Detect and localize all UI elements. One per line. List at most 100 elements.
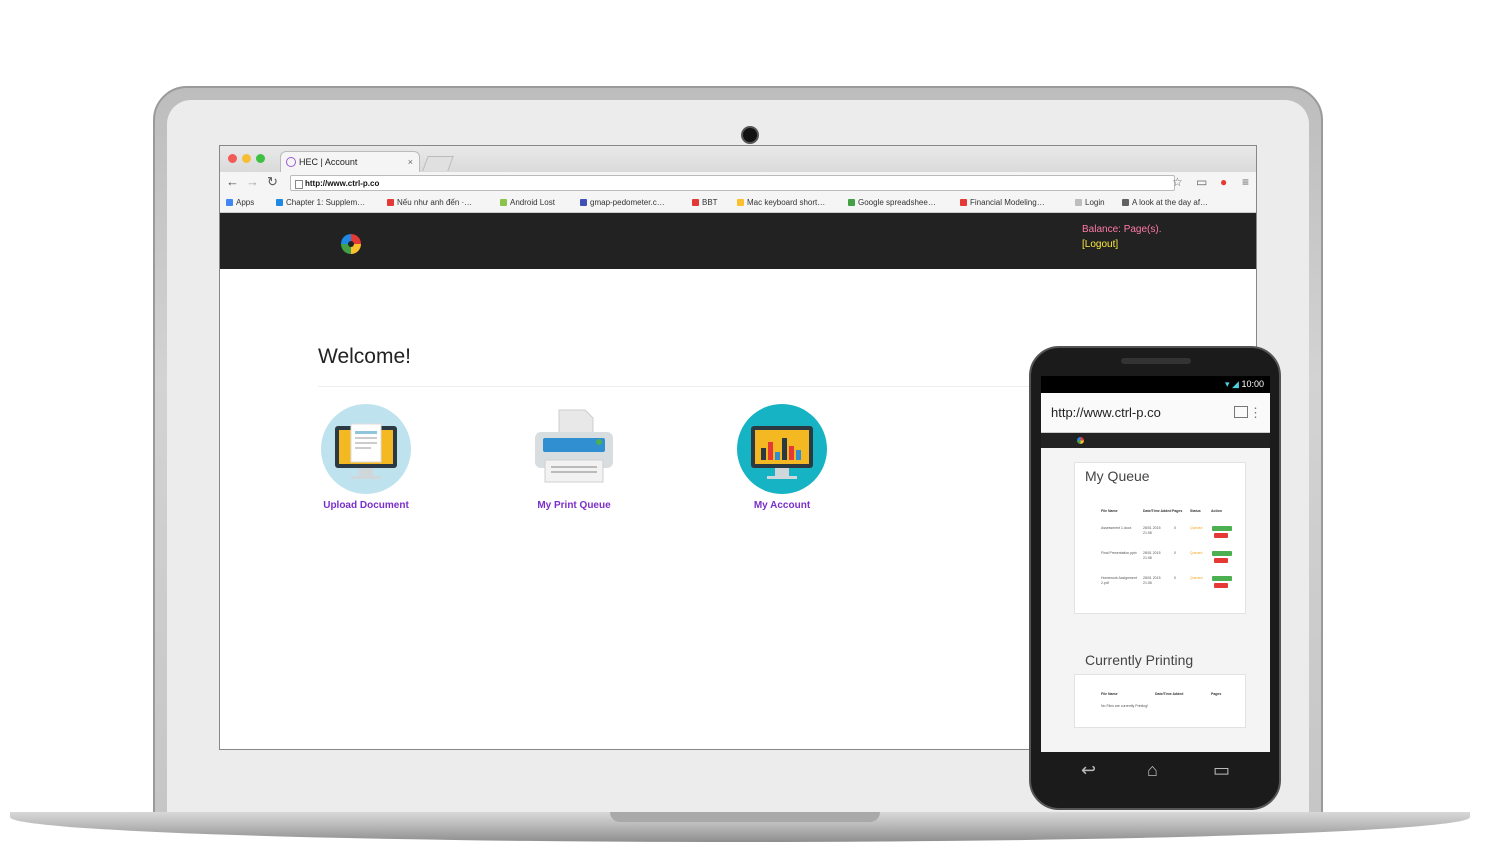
my-print-queue-link[interactable]: My Print Queue <box>504 500 644 511</box>
upload-document-link[interactable]: Upload Document <box>296 500 436 511</box>
bookmark-item[interactable]: A look at the day af… <box>1122 198 1208 207</box>
print-button[interactable] <box>1212 551 1232 556</box>
printing-title: Currently Printing <box>1085 652 1194 668</box>
delete-button[interactable] <box>1214 583 1228 588</box>
camera-icon <box>743 128 757 142</box>
youtube-icon <box>960 199 967 206</box>
phone-speaker <box>1121 358 1191 364</box>
queue-header: File Name <box>1101 509 1118 513</box>
browser-toolbar: ← → ↻ http://www.ctrl-p.co ☆ ▭ ● ≡ <box>220 172 1256 195</box>
page-icon <box>295 180 303 189</box>
my-account-tile[interactable]: My Account <box>712 404 852 511</box>
phone-nav-bar: ↩ ⌂ ▭ <box>1041 752 1270 792</box>
address-bar-url: http://www.ctrl-p.co <box>305 179 380 188</box>
queue-date: 28/01 2015 21:08 <box>1143 551 1161 560</box>
printing-header: File Name <box>1101 692 1118 696</box>
logout-link[interactable]: [Logout] <box>1082 239 1118 250</box>
my-print-queue-tile[interactable]: My Print Queue <box>504 404 644 511</box>
bookmark-item[interactable]: Financial Modeling… <box>960 198 1045 207</box>
google-icon <box>737 199 744 206</box>
logo-icon[interactable] <box>341 234 361 254</box>
recents-icon[interactable]: ▭ <box>1213 760 1230 781</box>
youtube-icon <box>387 199 394 206</box>
print-button[interactable] <box>1212 576 1232 581</box>
printing-card <box>1074 674 1246 728</box>
bookmark-favicon-icon <box>276 199 283 206</box>
bookmark-item[interactable]: gmap-pedometer.c… <box>580 198 665 207</box>
queue-header: Pages <box>1172 509 1183 513</box>
phone-time: 10:00 <box>1241 379 1264 389</box>
delete-button[interactable] <box>1214 533 1228 538</box>
bookmark-favicon-icon <box>1122 199 1129 206</box>
phone-address-bar[interactable]: http://www.ctrl-p.co ⋮ <box>1041 393 1270 433</box>
phone-site-header <box>1041 433 1270 448</box>
monitor-document-icon <box>321 404 411 494</box>
bookmark-label: Login <box>1085 198 1105 207</box>
menu-icon[interactable]: ≡ <box>1242 175 1249 189</box>
forward-icon[interactable]: → <box>246 174 259 189</box>
page-title: Welcome! <box>318 345 411 368</box>
delete-button[interactable] <box>1214 558 1228 563</box>
printer-graphic <box>535 409 613 483</box>
back-icon[interactable]: ↩ <box>1081 760 1096 781</box>
back-icon[interactable]: ← <box>226 174 239 189</box>
laptop-base <box>10 812 1470 842</box>
bookmark-label: Nếu như anh đến ·… <box>397 198 473 207</box>
bookmark-item[interactable]: Mac keyboard short… <box>737 198 825 207</box>
bookmark-item[interactable]: BBT <box>692 198 718 207</box>
browser-tab[interactable]: HEC | Account × <box>280 151 420 172</box>
queue-header: Status <box>1190 509 1201 513</box>
queue-date: 28/01 2015 21:08 <box>1143 576 1161 585</box>
opera-icon[interactable]: ● <box>1220 175 1227 189</box>
queue-card <box>1074 462 1246 614</box>
bookmark-label: Android Lost <box>510 198 555 207</box>
bookmark-apps[interactable]: Apps <box>226 198 254 207</box>
bookmark-favicon-icon <box>692 199 699 206</box>
bookmark-item[interactable]: Login <box>1075 198 1105 207</box>
logo-icon[interactable] <box>1077 437 1084 444</box>
phone-url: http://www.ctrl-p.co <box>1051 405 1161 420</box>
queue-date: 28/01 2015 21:08 <box>1143 526 1161 535</box>
address-bar[interactable]: http://www.ctrl-p.co <box>290 175 1175 191</box>
queue-file: Assessment 1.docx <box>1101 526 1132 530</box>
bookmark-label: gmap-pedometer.c… <box>590 198 665 207</box>
reload-icon[interactable]: ↻ <box>267 174 278 190</box>
bookmark-item[interactable]: Nếu như anh đến ·… <box>387 198 472 207</box>
laptop-notch <box>610 812 880 822</box>
page-icon <box>1075 199 1082 206</box>
maximize-window-button[interactable] <box>256 154 265 163</box>
upload-document-tile[interactable]: Upload Document <box>296 404 436 511</box>
home-icon[interactable]: ⌂ <box>1147 760 1158 781</box>
browser-tabbar: HEC | Account × <box>220 146 1256 172</box>
tab-close-icon[interactable]: × <box>408 152 413 172</box>
wifi-icon: ▾ ◢ <box>1225 379 1242 389</box>
queue-title: My Queue <box>1085 468 1150 484</box>
tabs-icon[interactable] <box>1234 406 1248 418</box>
phone-screen: ▾ ◢ 10:00 http://www.ctrl-p.co ⋮ My Queu… <box>1041 376 1270 752</box>
bookmark-item[interactable]: Google spreadshee… <box>848 198 936 207</box>
bookmark-label: Apps <box>236 198 255 207</box>
cast-icon[interactable]: ▭ <box>1196 175 1207 189</box>
new-tab-button[interactable] <box>422 156 454 171</box>
minimize-window-button[interactable] <box>242 154 251 163</box>
close-window-button[interactable] <box>228 154 237 163</box>
bookmark-item[interactable]: Chapter 1: Supplem… <box>276 198 365 207</box>
bookmark-label: Mac keyboard short… <box>747 198 826 207</box>
tab-title: HEC | Account <box>299 157 358 167</box>
bookmark-label: Google spreadshee… <box>858 198 936 207</box>
queue-file: Final Presentation.pptx <box>1101 551 1137 555</box>
tab-favicon-icon <box>286 157 296 167</box>
site-header: Balance: Page(s). [Logout] <box>220 213 1256 269</box>
bookmark-favicon-icon <box>580 199 587 206</box>
android-icon <box>500 199 507 206</box>
balance-text: Balance: Page(s). <box>1082 224 1162 235</box>
print-button[interactable] <box>1212 526 1232 531</box>
bookmarks-bar: Apps Chapter 1: Supplem… Nếu như anh đến… <box>220 194 1256 213</box>
star-icon[interactable]: ☆ <box>1172 175 1183 189</box>
bookmark-item[interactable]: Android Lost <box>500 198 555 207</box>
printing-header: Date/Time Added <box>1155 692 1184 696</box>
phone-device: ▾ ◢ 10:00 http://www.ctrl-p.co ⋮ My Queu… <box>1029 346 1281 810</box>
more-icon[interactable]: ⋮ <box>1249 393 1262 433</box>
printing-empty-text: No Files are currently Printing! <box>1101 704 1149 708</box>
my-account-link[interactable]: My Account <box>712 500 852 511</box>
